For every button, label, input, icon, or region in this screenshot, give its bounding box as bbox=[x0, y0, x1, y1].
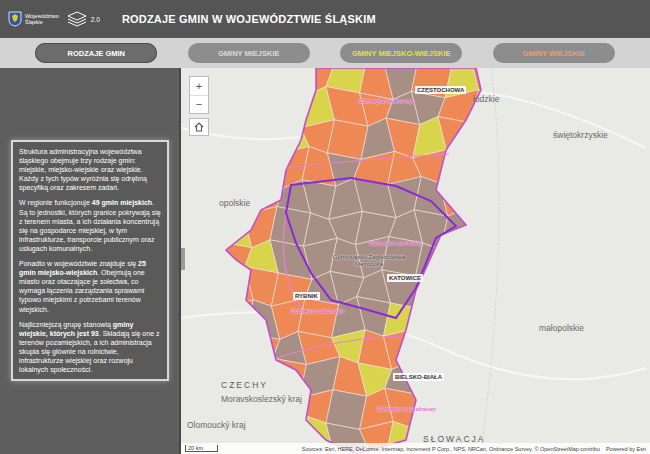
municipality[interactable] bbox=[442, 268, 476, 308]
paragraph: Ponadto w województwie znajduje się 25 g… bbox=[19, 259, 161, 314]
map-label: BIELSKO-BIAŁA bbox=[393, 373, 444, 381]
version: 2.0 bbox=[91, 16, 100, 23]
map-label: Górnośląsko-Zagłębiowska Metropolia bbox=[321, 254, 417, 268]
map-label: Subregion południowy bbox=[377, 406, 436, 412]
map-label: RYBNIK bbox=[293, 292, 320, 300]
municipality[interactable] bbox=[467, 267, 501, 308]
municipality[interactable] bbox=[217, 148, 251, 189]
municipality[interactable] bbox=[327, 120, 368, 160]
municipality[interactable] bbox=[220, 300, 254, 333]
paragraph: Struktura administracyjna województwa śl… bbox=[19, 147, 161, 192]
municipality[interactable] bbox=[470, 360, 504, 400]
zoom-out-button[interactable]: − bbox=[190, 95, 208, 113]
municipality[interactable] bbox=[214, 68, 256, 96]
municipality[interactable] bbox=[439, 150, 480, 190]
logo-text: WojewództwoŚląskie bbox=[25, 13, 59, 26]
tab[interactable]: GMINY WIEJSKIE bbox=[493, 43, 615, 63]
attribution: Sources: Esri, HERE, DeLorme, Intermap, … bbox=[224, 446, 600, 452]
home-icon bbox=[194, 122, 204, 132]
info-box: Struktura administracyjna województwa śl… bbox=[11, 140, 169, 381]
municipality[interactable] bbox=[248, 358, 282, 399]
map-label: CZECHY bbox=[221, 380, 268, 390]
map-label: Moravskoslezský kraj bbox=[221, 394, 302, 404]
map-label: łódzkie bbox=[473, 94, 499, 104]
municipality[interactable] bbox=[473, 148, 507, 189]
municipality[interactable] bbox=[444, 327, 478, 368]
map-label: CZĘSTOCHOWA bbox=[415, 86, 466, 94]
municipality[interactable] bbox=[442, 301, 476, 334]
tab-cell: GMINY WIEJSKIE bbox=[478, 43, 631, 63]
tab-cell: RODZAJE GMIN bbox=[20, 43, 173, 63]
municipality[interactable] bbox=[215, 90, 256, 130]
tab-bar: RODZAJE GMIN GMINY MIEJSKIE GMINY MIEJSKO-… bbox=[0, 38, 650, 68]
municipality[interactable] bbox=[445, 387, 479, 427]
municipality[interactable] bbox=[441, 241, 475, 274]
municipality[interactable] bbox=[249, 88, 283, 129]
municipality[interactable] bbox=[469, 327, 503, 367]
layers-icon bbox=[66, 11, 88, 27]
sidebar: Struktura administracyjna województwa śl… bbox=[0, 68, 181, 454]
header: WojewództwoŚląskie 2.0 RODZAJE GMIN W WOJE… bbox=[0, 0, 650, 38]
municipality[interactable] bbox=[444, 360, 478, 393]
attribution-bar: 20 km Sources: Esri, HERE, DeLorme, Inter… bbox=[181, 443, 650, 454]
map-label: świętokrzyskie bbox=[553, 130, 608, 140]
emblem-icon bbox=[8, 11, 22, 27]
municipality[interactable] bbox=[274, 68, 308, 95]
road bbox=[181, 312, 646, 379]
map-label: małopolskie bbox=[539, 323, 584, 333]
logo[interactable]: WojewództwoŚląskie 2.0 bbox=[8, 11, 100, 27]
map-label: Olomoucký kraj bbox=[187, 420, 246, 430]
subregion-boundary bbox=[286, 154, 449, 168]
map-label: Subregion północny bbox=[359, 98, 412, 104]
map-label: Subregion zachodni bbox=[291, 308, 344, 314]
municipality[interactable] bbox=[466, 181, 507, 214]
app: WojewództwoŚląskie 2.0 RODZAJE GMIN W WOJE… bbox=[0, 0, 650, 454]
municipality[interactable] bbox=[246, 333, 280, 366]
municipality[interactable] bbox=[248, 68, 282, 96]
tab-cell: GMINY MIEJSKIE bbox=[173, 43, 326, 63]
body: Struktura administracyjna województwa śl… bbox=[0, 68, 650, 454]
tab[interactable]: GMINY MIEJSKIE bbox=[188, 43, 310, 63]
paragraph: W regionie funkcjonuje 49 gmin miejskich… bbox=[19, 198, 161, 253]
zoom-in-button[interactable]: + bbox=[190, 77, 208, 95]
paragraph: Najliczniejszą grupę stanowią gminy wiej… bbox=[19, 320, 161, 375]
municipality[interactable] bbox=[472, 90, 506, 130]
municipality[interactable] bbox=[274, 88, 308, 128]
municipality[interactable] bbox=[467, 241, 508, 274]
municipality[interactable] bbox=[472, 123, 506, 156]
subregion-boundary bbox=[276, 336, 403, 358]
map-label: opolskie bbox=[219, 198, 250, 208]
municipalities bbox=[214, 68, 508, 454]
home-button[interactable] bbox=[189, 118, 209, 136]
map[interactable]: łódzkie świętokrzyskie opolskie małopolskie… bbox=[181, 68, 650, 454]
municipality[interactable] bbox=[217, 181, 251, 214]
sidebar-toggle[interactable] bbox=[181, 248, 185, 270]
tab[interactable]: RODZAJE GMIN bbox=[35, 43, 157, 63]
map-label: KATOWICE bbox=[387, 274, 423, 282]
municipality[interactable] bbox=[417, 301, 451, 334]
municipality[interactable] bbox=[470, 393, 504, 426]
municipality[interactable] bbox=[242, 148, 284, 188]
tab[interactable]: GMINY MIEJSKO-WIEJSKIE bbox=[340, 43, 462, 63]
municipality[interactable] bbox=[215, 123, 249, 156]
municipality[interactable] bbox=[410, 328, 451, 368]
municipality[interactable] bbox=[469, 300, 503, 333]
border-line bbox=[481, 68, 499, 454]
municipality[interactable] bbox=[242, 121, 283, 154]
municipality[interactable] bbox=[466, 208, 508, 248]
page-title: RODZAJE GMIN W WOJEWÓDZTWIE ŚLĄSKIM bbox=[122, 13, 376, 25]
map-label: Subregion centralny bbox=[369, 240, 422, 246]
zoom-control: +− bbox=[189, 76, 209, 114]
tab-cell: GMINY MIEJSKO-WIEJSKIE bbox=[325, 43, 478, 63]
municipality[interactable] bbox=[214, 360, 255, 400]
municipality[interactable] bbox=[221, 327, 255, 367]
powered-by: Powered by Esri bbox=[606, 446, 646, 452]
scale-bar: 20 km bbox=[185, 445, 218, 452]
municipality[interactable] bbox=[326, 390, 367, 430]
metropolis-outline bbox=[286, 178, 456, 318]
municipality[interactable] bbox=[298, 298, 339, 338]
